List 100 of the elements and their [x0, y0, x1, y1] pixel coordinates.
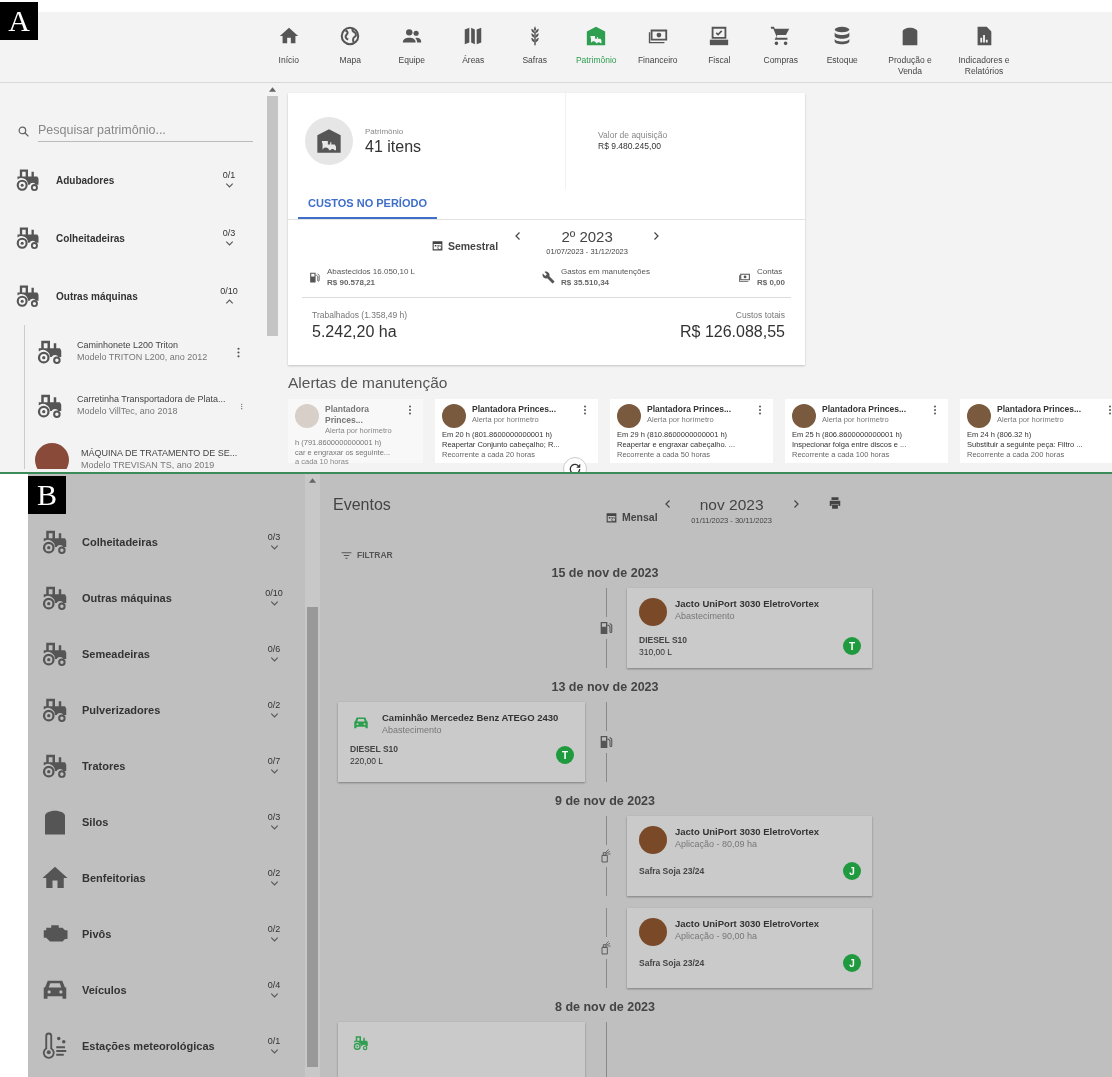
- nav-item[interactable]: Safras: [504, 12, 566, 82]
- event-detail: DIESEL S10: [639, 634, 688, 647]
- globe-icon: [339, 25, 362, 47]
- category-count: 0/6: [267, 643, 281, 654]
- category-name: Benfeitorias: [82, 872, 147, 884]
- filter-button[interactable]: FILTRAR: [340, 548, 393, 562]
- worked-label: Trabalhados (1.358,49 h): [312, 310, 408, 320]
- event-card[interactable]: Jacto UniPort 3030 EletroVortex Aplicação - 90,00 ha Safra Soja 23/24 J: [627, 908, 872, 988]
- barn-icon: [585, 25, 608, 47]
- section-title: Alertas de manutenção: [288, 373, 449, 393]
- category-row[interactable]: Outras máquinas 0/10: [0, 267, 265, 325]
- date-heading: 9 de nov de 2023: [554, 794, 656, 808]
- user-initial-avatar: J: [843, 862, 861, 880]
- scroll-up-icon[interactable]: [309, 478, 316, 483]
- nav-item[interactable]: Produção e Venda: [873, 12, 947, 82]
- event-card[interactable]: Jacto UniPort 3030 EletroVortex Abastecimento DIESEL S10 310,00 L T: [627, 588, 872, 668]
- event-type: Abastecimento: [382, 725, 443, 735]
- acquisition-value: R$ 9.480.245,00: [598, 141, 662, 153]
- category-row[interactable]: Pivôs 0/2: [28, 906, 305, 962]
- category-row[interactable]: Adubadores 0/1: [0, 151, 265, 209]
- event-detail: Safra Soja 23/24: [639, 956, 705, 970]
- user-initial-avatar: J: [843, 954, 861, 972]
- photo-placeholder: [639, 918, 667, 946]
- asset-model: Modelo VillTec, ano 2018: [77, 406, 179, 418]
- event-card[interactable]: Jacto UniPort 3030 EletroVortex Aplicação - 80,09 ha Safra Soja 23/24 J: [627, 816, 872, 896]
- event-card[interactable]: Caminhão Mercedez Benz ATEGO 2430 Abastecimento DIESEL S10 220,00 L T: [338, 702, 585, 782]
- category-name: Adubadores: [56, 174, 116, 186]
- category-row[interactable]: Benfeitorias 0/2: [28, 850, 305, 906]
- asset-name[interactable]: Caminhonete L200 Triton: [77, 340, 220, 352]
- nav-item[interactable]: Equipe: [381, 12, 443, 82]
- period-mode-button[interactable]: Mensal: [605, 508, 658, 526]
- stat-label: Abastecidos 16.050,10 L: [327, 267, 416, 278]
- category-name: Outras máquinas: [56, 290, 139, 302]
- acquisition-label: Valor de aquisição: [598, 129, 668, 141]
- category-name: Outras máquinas: [82, 592, 173, 604]
- category-count: 0/1: [222, 169, 236, 180]
- user-initial-avatar: T: [556, 746, 574, 765]
- banknote-icon: [737, 271, 751, 284]
- nav-item[interactable]: Mapa: [319, 12, 381, 82]
- category-count: 0/3: [267, 811, 281, 822]
- category-row[interactable]: Veículos 0/4: [28, 962, 305, 1018]
- category-name: Tratores: [82, 760, 127, 772]
- cart-icon: [769, 25, 792, 47]
- date-heading: 8 de nov de 2023: [554, 1000, 656, 1014]
- nav-item[interactable]: Compras: [750, 12, 812, 82]
- item-count: 41 itens: [365, 137, 423, 156]
- nav-item[interactable]: Financeiro: [627, 12, 689, 82]
- category-name: Silos: [82, 816, 110, 828]
- photo-placeholder: [792, 404, 816, 428]
- nav-item[interactable]: Estoque: [811, 12, 873, 82]
- scrollbar-thumb[interactable]: [307, 607, 318, 1067]
- category-name: Veículos: [82, 984, 128, 996]
- category-row[interactable]: Silos 0/3: [28, 794, 305, 850]
- panel-label: B: [28, 476, 66, 514]
- category-row[interactable]: Tratores 0/7: [28, 738, 305, 794]
- period-title: 2º 2023: [561, 228, 613, 245]
- user-initial-avatar: T: [843, 637, 861, 656]
- scrollbar-thumb[interactable]: [267, 96, 278, 336]
- period-mode-button[interactable]: Semestral: [430, 239, 499, 252]
- alert-title: Plantadora Princes...: [647, 404, 733, 416]
- total-label: Custos totais: [734, 310, 785, 320]
- asset-model: Modelo TRITON L200, ano 2012: [77, 352, 209, 364]
- category-row[interactable]: Pulverizadores 0/2: [28, 682, 305, 738]
- category-row[interactable]: Estações meteorológicas 0/1: [28, 1018, 305, 1074]
- print-icon[interactable]: [827, 496, 842, 510]
- event-title: Jacto UniPort 3030 EletroVortex: [675, 826, 819, 837]
- refresh-icon: [568, 462, 582, 472]
- category-row[interactable]: Semeadeiras 0/6: [28, 626, 305, 682]
- alert-title: Plantadora Princes...: [822, 404, 908, 416]
- nav-item[interactable]: Fiscal: [688, 12, 750, 82]
- category-row[interactable]: Colheitadeiras 0/3: [0, 209, 265, 267]
- nav-item[interactable]: Indicadores e Relatórios: [947, 12, 1021, 82]
- panel-label: A: [0, 2, 38, 40]
- worked-area: 5.242,20 ha: [312, 323, 408, 341]
- event-amount: 220,00 L: [350, 756, 384, 767]
- costs-tab[interactable]: CUSTOS NO PERÍODO: [298, 189, 437, 219]
- event-title: Caminhão Mercedez Benz ATEGO 2430: [382, 712, 559, 723]
- alert-title: Plantadora Princes...: [472, 404, 558, 416]
- scroll-up-icon[interactable]: [269, 87, 276, 92]
- asset-name[interactable]: MÁQUINA DE TRATAMENTO DE SE...: [81, 448, 238, 460]
- category-row[interactable]: Outras máquinas 0/10: [28, 570, 305, 626]
- category-count: 0/2: [267, 923, 281, 934]
- category-row[interactable]: Colheitadeiras 0/3: [28, 514, 305, 570]
- search-field[interactable]: Pesquisar patrimônio...: [38, 120, 253, 142]
- stat-value: R$ 90.578,21: [327, 277, 377, 288]
- photo-placeholder: [442, 404, 466, 428]
- date-heading: 13 de nov de 2023: [551, 680, 659, 694]
- total-cost: R$ 126.088,55: [680, 323, 785, 341]
- photo-placeholder: [295, 404, 319, 428]
- nav-item[interactable]: Áreas: [442, 12, 504, 82]
- alert-title: Plantadora Princes...: [325, 404, 370, 427]
- nav-item[interactable]: Início: [258, 12, 320, 82]
- event-type: Aplicação - 80,09 ha: [675, 839, 759, 849]
- photo-placeholder: [35, 443, 69, 469]
- category-count: 0/3: [222, 227, 236, 238]
- asset-name[interactable]: Carretinha Transportadora de Plata...: [77, 394, 226, 406]
- event-title: Jacto UniPort 3030 EletroVortex: [675, 598, 819, 609]
- category-count: 0/10: [220, 285, 238, 296]
- photo-placeholder: [639, 826, 667, 854]
- search-icon: [17, 124, 30, 138]
